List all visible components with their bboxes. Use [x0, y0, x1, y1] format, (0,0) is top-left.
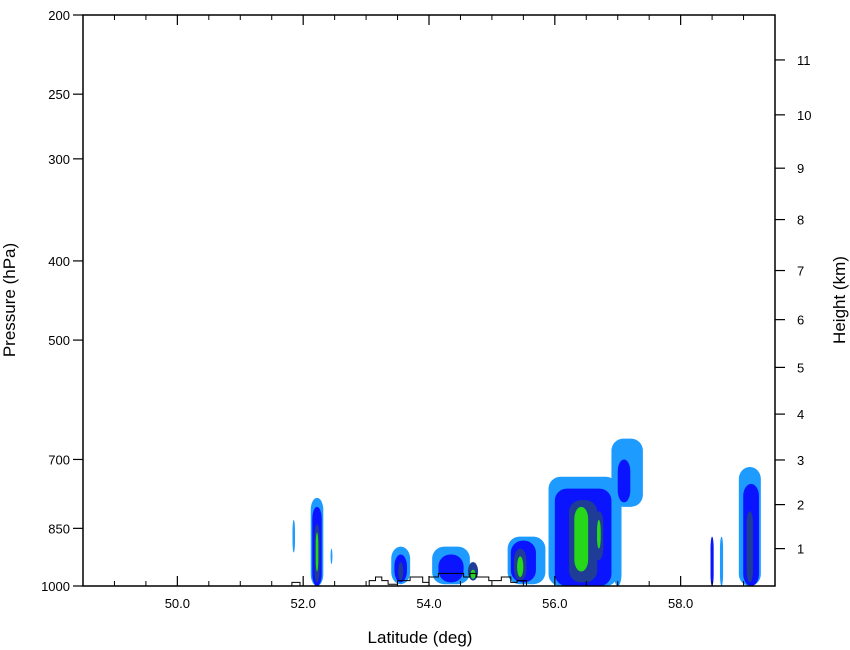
contour-cell-level-2 [710, 536, 714, 586]
contour-cell-level-4 [315, 532, 319, 572]
plot-frame [82, 14, 776, 587]
contour-cell-level-2 [617, 459, 631, 503]
y-pressure-tick-label: 300 [48, 152, 70, 167]
contour-cell-level-1 [719, 536, 724, 586]
x-axis-title: Latitude (deg) [368, 628, 473, 647]
x-tick-label: 52.0 [291, 596, 316, 611]
y-height-tick-label: 10 [797, 108, 811, 123]
contour-cell-level-2 [438, 554, 464, 583]
y-pressure-tick-label: 250 [48, 87, 70, 102]
y-height-tick-label: 5 [797, 360, 804, 375]
y-axis-title-left: Pressure (hPa) [0, 243, 19, 357]
contour-cell-level-3 [398, 562, 404, 581]
y-height-tick-label: 6 [797, 313, 804, 328]
cross-section-chart: 50.0 52.0 54.0 56.0 58.020025030040050070085… [0, 8, 849, 647]
y-height-tick-label: 9 [797, 161, 804, 176]
y-pressure-tick-label: 850 [48, 521, 70, 536]
y-axis-title-right: Height (km) [830, 256, 849, 344]
y-height-tick-label: 4 [797, 407, 804, 422]
y-height-tick-label: 7 [797, 264, 804, 279]
contour-cell-level-4 [470, 569, 476, 579]
contour-cell-level-4 [574, 506, 589, 572]
y-pressure-tick-label: 1000 [41, 579, 70, 594]
contour-cell-level-1 [292, 519, 296, 553]
contour-cell-level-1 [613, 493, 622, 586]
y-pressure-tick-label: 700 [48, 452, 70, 467]
x-tick-label: 58.0 [668, 596, 693, 611]
y-height-tick-label: 11 [797, 53, 811, 68]
contour-cell-level-1 [330, 548, 333, 565]
x-tick-label: 56.0 [542, 596, 567, 611]
x-tick-label: 50.0 [165, 596, 190, 611]
axis-ticks: 50.0 52.0 54.0 56.0 58.020025030040050070085… [41, 8, 811, 611]
contour-cell-level-3 [746, 511, 753, 583]
y-height-tick-label: 1 [797, 542, 804, 557]
x-tick-label: 54.0 [416, 596, 441, 611]
y-pressure-tick-label: 200 [48, 8, 70, 23]
y-pressure-tick-label: 500 [48, 333, 70, 348]
y-pressure-tick-label: 400 [48, 254, 70, 269]
y-height-tick-label: 8 [797, 213, 804, 228]
contour-cell-level-4 [517, 556, 524, 578]
y-height-tick-label: 2 [797, 498, 804, 513]
y-height-tick-label: 3 [797, 453, 804, 468]
contour-cell-level-4 [596, 519, 601, 549]
reflectivity-fills [292, 438, 761, 586]
